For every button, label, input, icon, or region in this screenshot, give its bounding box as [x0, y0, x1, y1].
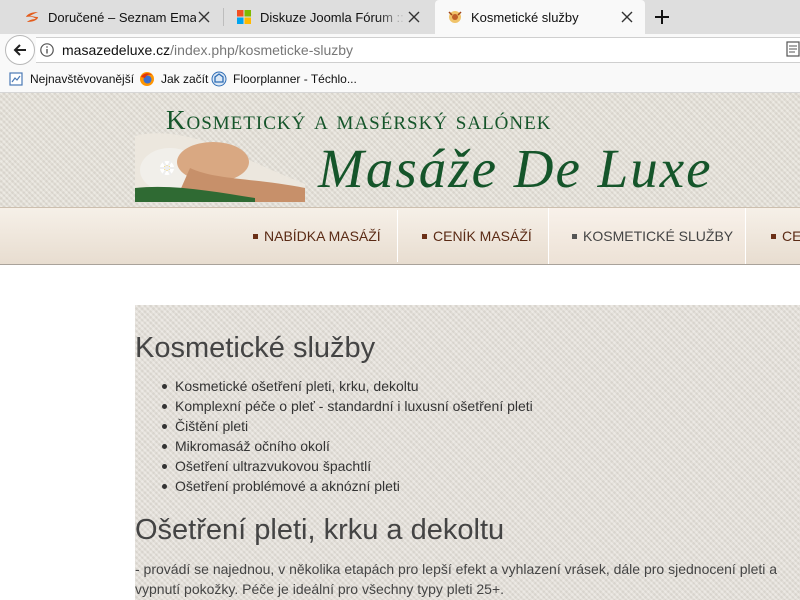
list-item: Ošetření problémové a aknózní pleti [162, 476, 533, 496]
new-tab-icon[interactable] [652, 7, 672, 27]
tab-title: Diskuze Joomla Fórum :: Téma [260, 9, 406, 25]
menu-bullet-icon [572, 233, 577, 239]
seznam-icon [24, 9, 40, 25]
logo-title: Kosmetický a masérský salónek [166, 105, 552, 135]
bookmark-label: Nejnavštěvovanější [30, 72, 135, 86]
list-item: Čištění pleti [162, 416, 533, 436]
tab-title: Kosmetické služby [471, 9, 579, 25]
back-arrow-icon [13, 44, 26, 56]
menu-item-label: CE [782, 228, 800, 244]
list-item: Kosmetické ošetření pleti, krku, dekoltu [162, 376, 533, 396]
logo-script: Masáže De Luxe [318, 138, 713, 199]
menu-item-kosmeticke-sluzby[interactable]: KOSMETICKÉ SLUŽBY [548, 208, 746, 264]
tab-kosmeticke-sluzby[interactable]: Kosmetické služby [435, 0, 645, 34]
menu-item-label: NABÍDKA MASÁŽÍ [264, 228, 381, 244]
bookmark-floorplanner[interactable]: Floorplanner - Téchlo... [211, 70, 357, 88]
menu-item-label: KOSMETICKÉ SLUŽBY [583, 228, 734, 244]
bookmark-most-visited[interactable]: Nejnavštěvovanější [8, 70, 134, 88]
bookmark-page-icon [8, 71, 24, 87]
bookmark-label: Floorplanner - Téchlo... [233, 72, 357, 86]
web-page: Kosmetický a masérský salónek Masáže De … [0, 93, 800, 600]
menu-item-nabidka-masazi[interactable]: NABÍDKA MASÁŽÍ [253, 208, 381, 264]
menu-separator [397, 210, 398, 262]
tab-title: Doručené – Seznam Email [48, 9, 196, 25]
url-path: /index.php/kosmeticke-sluzby [170, 42, 354, 58]
logo-image-icon [135, 133, 305, 202]
site-favicon-icon [447, 9, 463, 25]
section-heading: Ošetření pleti, krku a dekoltu [135, 514, 505, 546]
menu-bullet-icon [771, 233, 776, 239]
back-button[interactable] [5, 35, 35, 65]
main-menu: NABÍDKA MASÁŽÍ CENÍK MASÁŽÍ KOSMETICKÉ S… [0, 207, 800, 265]
bookmark-getting-started[interactable]: Jak začít [139, 70, 208, 88]
menu-item-label: CENÍK MASÁŽÍ [433, 228, 532, 244]
floorplanner-icon [211, 71, 227, 87]
site-header: Kosmetický a masérský salónek Masáže De … [0, 93, 800, 207]
content-area: Kosmetické služby Kosmetické ošetření pl… [135, 305, 800, 600]
firefox-icon [139, 71, 155, 87]
list-item: Mikromasáž očního okolí [162, 436, 533, 456]
menu-bullet-icon [422, 233, 427, 239]
bookmark-label: Jak začít [161, 72, 209, 86]
tab-joomla[interactable]: Diskuze Joomla Fórum :: Téma [224, 0, 432, 34]
menu-bullet-icon [253, 233, 258, 239]
windows-icon [236, 9, 252, 25]
tab-seznam[interactable]: Doručené – Seznam Email [12, 0, 222, 34]
close-tab-icon[interactable] [406, 9, 422, 25]
url-domain: masazedeluxe.cz [62, 42, 171, 58]
tab-bar: Doručené – Seznam Email Diskuze Joomla F… [0, 0, 800, 34]
info-icon[interactable] [40, 43, 54, 57]
services-list: Kosmetické ošetření pleti, krku, dekoltu… [162, 376, 533, 496]
navigation-bar: masazedeluxe.cz/index.php/kosmeticke-slu… [0, 34, 800, 66]
bookmarks-bar: Nejnavštěvovanější Jak začít Floorplanne… [0, 66, 800, 93]
list-item: Komplexní péče o pleť - standardní i lux… [162, 398, 533, 414]
url-text: masazedeluxe.cz/index.php/kosmeticke-slu… [62, 42, 353, 58]
list-item: Ošetření ultrazvukovou špachtlí [162, 456, 533, 476]
menu-item-cenik[interactable]: CE [771, 208, 800, 264]
close-tab-icon[interactable] [196, 9, 212, 25]
menu-item-cenik-masazi[interactable]: CENÍK MASÁŽÍ [422, 208, 532, 264]
page-title: Kosmetické služby [135, 332, 376, 364]
section-paragraph: - provádí se najednou, v několika etapác… [135, 561, 778, 597]
close-tab-icon[interactable] [619, 9, 635, 25]
url-bar[interactable]: masazedeluxe.cz/index.php/kosmeticke-slu… [36, 37, 800, 63]
reader-view-icon[interactable] [786, 41, 800, 57]
